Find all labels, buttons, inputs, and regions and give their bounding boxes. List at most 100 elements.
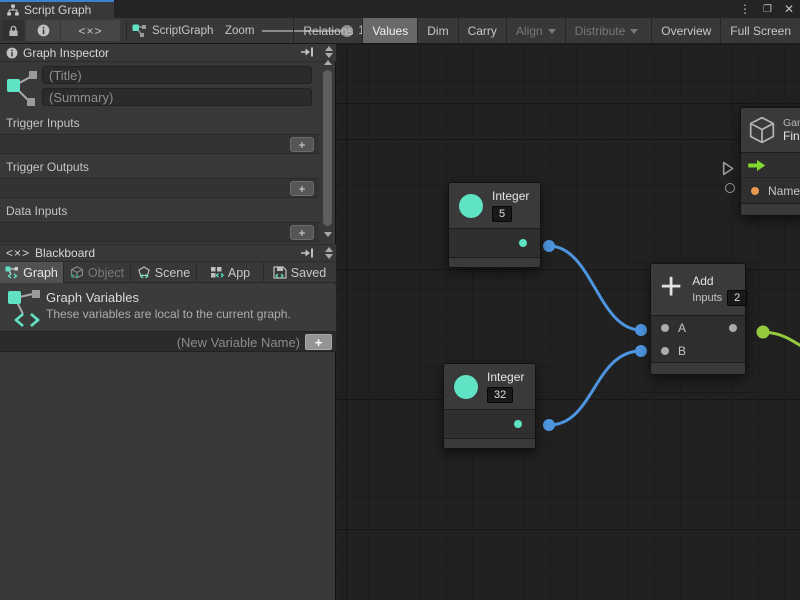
graph-name: ScriptGraph bbox=[152, 25, 213, 37]
graph-variables-info: Graph Variables These variables are loca… bbox=[0, 284, 336, 331]
graph-icon bbox=[6, 68, 40, 108]
dim-button[interactable]: Dim bbox=[417, 18, 457, 43]
graph-inspector-header: Graph Inspector bbox=[0, 44, 336, 62]
lock-icon bbox=[8, 25, 19, 37]
tab-saved[interactable]: Saved bbox=[264, 262, 335, 283]
scroll-up-icon[interactable] bbox=[324, 60, 332, 65]
graph-variables-icon bbox=[5, 266, 19, 279]
blackboard-header: <×> Blackboard bbox=[0, 244, 336, 262]
wire-endpoint[interactable] bbox=[635, 345, 647, 357]
data-inputs-list: + bbox=[0, 222, 319, 242]
integer-value-field[interactable]: 32 bbox=[487, 387, 513, 403]
integer-type-icon bbox=[459, 194, 483, 218]
graph-variables-title: Graph Variables bbox=[46, 290, 139, 305]
variables-toggle-button[interactable]: <×> bbox=[61, 20, 120, 41]
title-bar: Script Graph ⋮ ❐ ✕ bbox=[0, 0, 800, 18]
tab-scene[interactable]: Scene bbox=[131, 262, 197, 283]
wire-endpoint[interactable] bbox=[635, 324, 647, 336]
graph-info-button[interactable] bbox=[26, 20, 60, 41]
scroll-up-icon[interactable] bbox=[325, 247, 333, 252]
add-variable-button[interactable]: + bbox=[305, 334, 332, 350]
app-icon bbox=[210, 266, 224, 279]
tab-script-graph[interactable]: Script Graph bbox=[0, 0, 114, 18]
add-trigger-input-button[interactable]: + bbox=[290, 137, 314, 152]
port-name-label: Name bbox=[768, 184, 800, 198]
new-variable-input[interactable] bbox=[4, 333, 300, 351]
wire-endpoint[interactable] bbox=[757, 326, 770, 339]
node-add[interactable]: + Add Inputs 2 A B bbox=[650, 263, 746, 375]
graph-canvas[interactable]: Integer 5 Integer 32 + Add bbox=[336, 44, 800, 600]
tab-graph[interactable]: Graph bbox=[0, 262, 64, 283]
trigger-port-outline-icon[interactable] bbox=[722, 161, 735, 176]
tab-object[interactable]: Object bbox=[64, 262, 131, 283]
node-integer-32[interactable]: Integer 32 bbox=[443, 363, 536, 449]
window-maximize-icon[interactable]: ❐ bbox=[763, 4, 772, 15]
info-icon bbox=[6, 47, 18, 59]
data-inputs-label: Data Inputs bbox=[6, 204, 67, 218]
wire-endpoint[interactable] bbox=[543, 240, 555, 252]
graph-variables-icon bbox=[7, 288, 43, 328]
output-port[interactable] bbox=[519, 239, 527, 247]
graph-variables-description: These variables are local to the current… bbox=[46, 307, 291, 321]
value-port-outline-icon[interactable] bbox=[725, 183, 735, 193]
cube-icon bbox=[749, 116, 775, 144]
toolbar-separator bbox=[126, 20, 127, 41]
variables-icon: <×> bbox=[6, 246, 30, 260]
graph-title-input[interactable] bbox=[42, 66, 312, 84]
scrollbar-thumb[interactable] bbox=[323, 70, 332, 226]
trigger-inputs-label: Trigger Inputs bbox=[6, 116, 80, 130]
chevron-down-icon bbox=[630, 29, 638, 34]
distribute-dropdown[interactable]: Distribute bbox=[565, 18, 648, 43]
scroll-down-icon[interactable] bbox=[325, 53, 333, 58]
blackboard-tabs: Graph Object Scene App bbox=[0, 262, 336, 283]
window-menu-icon[interactable]: ⋮ bbox=[739, 2, 751, 16]
wire-endpoint[interactable] bbox=[543, 419, 555, 431]
overview-button[interactable]: Overview bbox=[651, 18, 720, 43]
add-data-input-button[interactable]: + bbox=[290, 225, 314, 240]
output-port[interactable] bbox=[729, 324, 737, 332]
node-title: Find bbox=[783, 129, 800, 143]
add-trigger-output-button[interactable]: + bbox=[290, 181, 314, 196]
dock-panel-icon[interactable] bbox=[300, 247, 314, 259]
chevron-down-icon bbox=[548, 29, 556, 34]
inspector-scrollbar[interactable] bbox=[320, 64, 335, 243]
scroll-down-icon[interactable] bbox=[325, 254, 333, 259]
trigger-inputs-list: + bbox=[0, 134, 319, 154]
carry-button[interactable]: Carry bbox=[458, 18, 506, 43]
lock-button[interactable] bbox=[2, 20, 24, 41]
graph-summary-input[interactable] bbox=[42, 88, 312, 106]
input-port-b[interactable] bbox=[661, 347, 669, 355]
scroll-up-icon[interactable] bbox=[325, 46, 333, 51]
integer-type-icon bbox=[454, 375, 478, 399]
inputs-count-field[interactable]: 2 bbox=[727, 290, 747, 306]
cube-icon bbox=[70, 266, 84, 279]
trigger-outputs-label: Trigger Outputs bbox=[6, 160, 89, 174]
tab-app[interactable]: App bbox=[197, 262, 264, 283]
window-close-icon[interactable]: ✕ bbox=[784, 2, 794, 16]
trigger-outputs-list: + bbox=[0, 178, 319, 198]
output-port[interactable] bbox=[514, 420, 522, 428]
dock-panel-icon[interactable] bbox=[300, 46, 314, 58]
trigger-in-arrow-icon[interactable] bbox=[748, 160, 766, 171]
node-subtitle: Game Object bbox=[783, 117, 800, 129]
scroll-down-icon[interactable] bbox=[324, 232, 332, 237]
graph-inspector-title: Graph Inspector bbox=[23, 46, 109, 60]
integer-value-field[interactable]: 5 bbox=[492, 206, 512, 222]
input-port-name[interactable] bbox=[751, 187, 759, 195]
wire-integer5-to-add-a[interactable] bbox=[549, 246, 641, 330]
align-dropdown[interactable]: Align bbox=[506, 18, 565, 43]
graph-breadcrumb[interactable]: ScriptGraph bbox=[132, 18, 213, 43]
wire-integer32-to-add-b[interactable] bbox=[549, 351, 641, 425]
full-screen-button[interactable]: Full Screen bbox=[720, 18, 800, 43]
zoom-label: Zoom bbox=[225, 25, 254, 37]
graph-icon bbox=[132, 24, 146, 37]
blackboard-title: Blackboard bbox=[35, 246, 95, 260]
port-a-label: A bbox=[678, 321, 686, 335]
node-title: Integer bbox=[487, 370, 524, 384]
relations-button[interactable]: Relations bbox=[293, 18, 362, 43]
node-gameobject-find[interactable]: Game Object Find Name bbox=[740, 107, 800, 216]
input-port-a[interactable] bbox=[661, 324, 669, 332]
save-icon bbox=[273, 266, 287, 279]
values-button[interactable]: Values bbox=[362, 18, 417, 43]
node-integer-5[interactable]: Integer 5 bbox=[448, 182, 541, 268]
